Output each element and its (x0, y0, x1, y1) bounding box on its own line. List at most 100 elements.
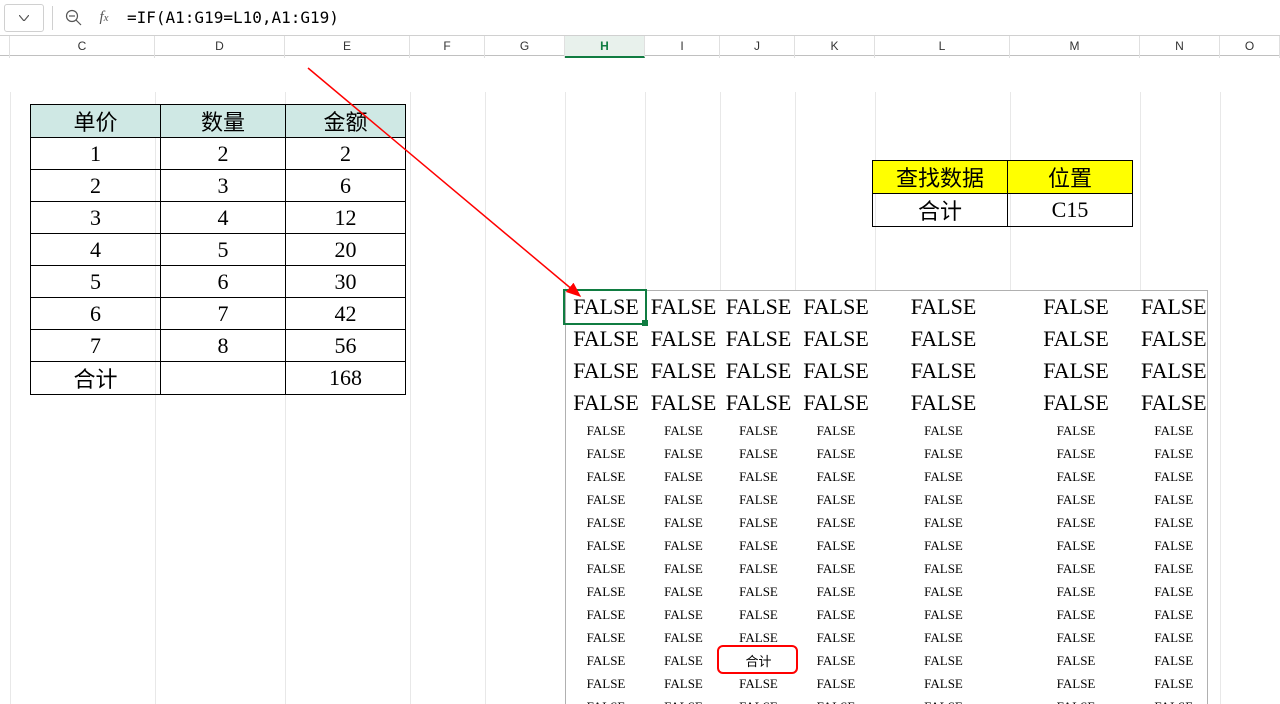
cell[interactable]: 7 (161, 298, 286, 330)
spill-cell[interactable]: FALSE (796, 534, 876, 557)
spill-cell[interactable]: FALSE (796, 557, 876, 580)
cell[interactable]: 合计 (31, 362, 161, 395)
spill-cell[interactable]: FALSE (566, 580, 646, 603)
col-header-O[interactable]: O (1220, 36, 1280, 58)
zoom-out-icon[interactable] (61, 5, 87, 31)
spill-cell[interactable]: FALSE (876, 291, 1011, 323)
lookup-table[interactable]: 查找数据 位置 合计 C15 (872, 160, 1133, 227)
spill-cell[interactable]: FALSE (646, 488, 721, 511)
spill-cell[interactable]: FALSE (1011, 419, 1141, 442)
table-row[interactable]: 4520 (31, 234, 406, 266)
spill-cell[interactable]: FALSE (876, 695, 1011, 704)
spill-cell[interactable]: FALSE (566, 649, 646, 672)
name-box-dropdown[interactable] (4, 4, 44, 32)
column-headers[interactable]: CDEFGHIJKLMNO (0, 36, 1280, 56)
spill-cell[interactable]: FALSE (646, 580, 721, 603)
spill-cell[interactable]: FALSE (721, 465, 796, 488)
spill-cell[interactable]: FALSE (796, 626, 876, 649)
spill-cell[interactable]: FALSE (1141, 695, 1207, 704)
spill-cell[interactable]: FALSE (1141, 580, 1207, 603)
spill-cell[interactable]: FALSE (566, 355, 646, 387)
spill-cell[interactable]: FALSE (721, 442, 796, 465)
spill-cell[interactable]: FALSE (1141, 672, 1207, 695)
spill-cell[interactable]: FALSE (1011, 511, 1141, 534)
spill-cell[interactable]: FALSE (646, 672, 721, 695)
cell[interactable]: 12 (286, 202, 406, 234)
spill-cell[interactable]: FALSE (721, 511, 796, 534)
table-row[interactable]: 6742 (31, 298, 406, 330)
spill-cell[interactable]: FALSE (796, 419, 876, 442)
spill-cell[interactable]: FALSE (566, 695, 646, 704)
cell[interactable]: 56 (286, 330, 406, 362)
table-row[interactable]: 3412 (31, 202, 406, 234)
spill-cell[interactable]: FALSE (1141, 323, 1207, 355)
cell[interactable]: 6 (161, 266, 286, 298)
spill-cell[interactable]: FALSE (721, 695, 796, 704)
spill-cell[interactable]: FALSE (646, 355, 721, 387)
col-header-G[interactable]: G (485, 36, 565, 58)
spill-cell[interactable]: FALSE (646, 649, 721, 672)
spill-cell[interactable]: FALSE (1141, 603, 1207, 626)
spill-cell[interactable]: FALSE (566, 672, 646, 695)
spill-cell[interactable]: FALSE (876, 465, 1011, 488)
spill-cell[interactable]: FALSE (1141, 488, 1207, 511)
spill-cell[interactable]: FALSE (1011, 649, 1141, 672)
col-header-M[interactable]: M (1010, 36, 1140, 58)
cell[interactable]: 2 (286, 138, 406, 170)
col-header-D[interactable]: D (155, 36, 285, 58)
spill-cell[interactable]: FALSE (566, 511, 646, 534)
spill-cell[interactable]: FALSE (1011, 465, 1141, 488)
spill-cell[interactable]: FALSE (566, 626, 646, 649)
spill-cell[interactable]: FALSE (646, 465, 721, 488)
spill-cell[interactable]: FALSE (1141, 557, 1207, 580)
spill-cell[interactable]: FALSE (721, 603, 796, 626)
spill-cell[interactable]: FALSE (876, 323, 1011, 355)
spill-cell[interactable]: FALSE (1011, 323, 1141, 355)
spill-cell[interactable]: FALSE (796, 603, 876, 626)
spill-cell[interactable]: FALSE (796, 442, 876, 465)
col-header-I[interactable]: I (645, 36, 720, 58)
cell[interactable]: 3 (161, 170, 286, 202)
spill-cell[interactable]: FALSE (1011, 603, 1141, 626)
spill-cell[interactable]: FALSE (646, 442, 721, 465)
col-header-E[interactable]: E (285, 36, 410, 58)
cell[interactable]: 30 (286, 266, 406, 298)
cell[interactable] (161, 362, 286, 395)
spill-cell[interactable]: FALSE (1011, 557, 1141, 580)
cell[interactable]: 5 (31, 266, 161, 298)
cell[interactable]: 8 (161, 330, 286, 362)
spill-cell[interactable]: FALSE (1141, 511, 1207, 534)
cell[interactable]: 2 (161, 138, 286, 170)
table-total-row[interactable]: 合计168 (31, 362, 406, 395)
spill-cell[interactable]: FALSE (721, 355, 796, 387)
spill-cell[interactable]: FALSE (721, 557, 796, 580)
spill-cell[interactable]: FALSE (1141, 626, 1207, 649)
spill-cell[interactable]: FALSE (1141, 387, 1207, 419)
spill-cell[interactable]: FALSE (1011, 672, 1141, 695)
spill-cell[interactable]: FALSE (566, 323, 646, 355)
sheet-area[interactable]: CDEFGHIJKLMNO 单价 数量 金额 12223634124520563… (0, 36, 1280, 704)
cell[interactable]: 4 (161, 202, 286, 234)
fx-icon[interactable]: fx (91, 5, 117, 31)
spill-cell[interactable]: FALSE (721, 626, 796, 649)
cell[interactable]: 1 (31, 138, 161, 170)
spill-cell[interactable]: FALSE (721, 488, 796, 511)
spill-cell[interactable]: FALSE (566, 488, 646, 511)
spill-cell[interactable]: FALSE (1011, 626, 1141, 649)
spill-cell[interactable]: FALSE (796, 465, 876, 488)
col-header-C[interactable]: C (10, 36, 155, 58)
spill-cell[interactable]: FALSE (646, 419, 721, 442)
spill-cell[interactable]: FALSE (1141, 355, 1207, 387)
formula-input[interactable] (121, 5, 1276, 31)
cell[interactable]: 7 (31, 330, 161, 362)
spill-cell[interactable]: FALSE (796, 355, 876, 387)
col-header-N[interactable]: N (1140, 36, 1220, 58)
cell[interactable]: 6 (31, 298, 161, 330)
spill-cell[interactable]: FALSE (876, 626, 1011, 649)
spill-cell[interactable]: FALSE (876, 603, 1011, 626)
spill-cell[interactable]: FALSE (646, 557, 721, 580)
data-table[interactable]: 单价 数量 金额 12223634124520563067427856合计168 (30, 104, 406, 395)
col-header-L[interactable]: L (875, 36, 1010, 58)
spill-cell[interactable]: FALSE (646, 323, 721, 355)
spill-cell[interactable]: FALSE (876, 511, 1011, 534)
